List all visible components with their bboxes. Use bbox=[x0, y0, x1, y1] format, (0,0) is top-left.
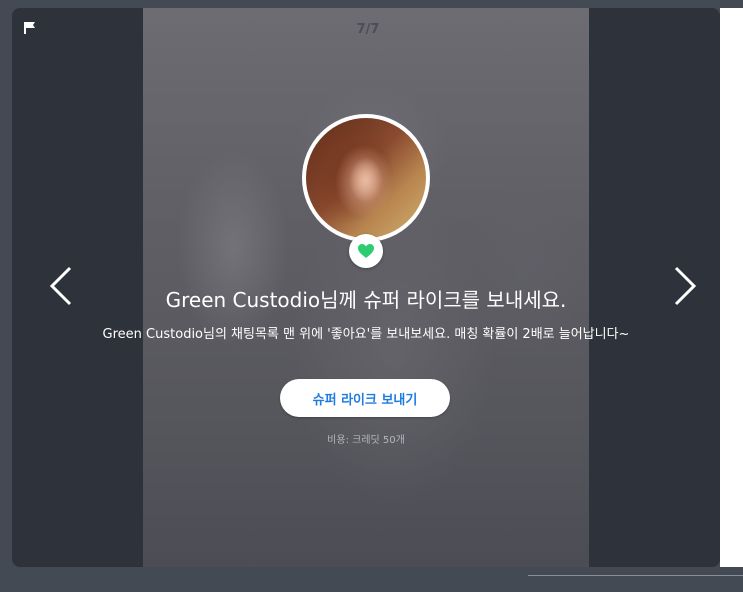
background-page-edge bbox=[720, 8, 743, 567]
flag-icon[interactable] bbox=[22, 20, 38, 36]
heart-icon bbox=[349, 234, 383, 268]
avatar bbox=[302, 114, 430, 242]
page-title: Green Custodio님께 슈퍼 라이크를 보내세요. bbox=[165, 288, 567, 312]
profile-photo bbox=[306, 118, 426, 238]
photo-counter: 7/7 bbox=[356, 22, 380, 37]
background-page-border bbox=[528, 567, 743, 576]
super-like-modal: 7/7 Green Custodio님께 슈퍼 라이크를 보내세요. Green… bbox=[12, 8, 720, 567]
description-text: Green Custodio님의 채팅목록 맨 위에 '좋아요'를 보내보세요.… bbox=[102, 327, 630, 342]
cost-text: 비용: 크레딧 50개 bbox=[327, 435, 405, 446]
send-super-like-button[interactable]: 슈퍼 라이크 보내기 bbox=[280, 379, 450, 417]
